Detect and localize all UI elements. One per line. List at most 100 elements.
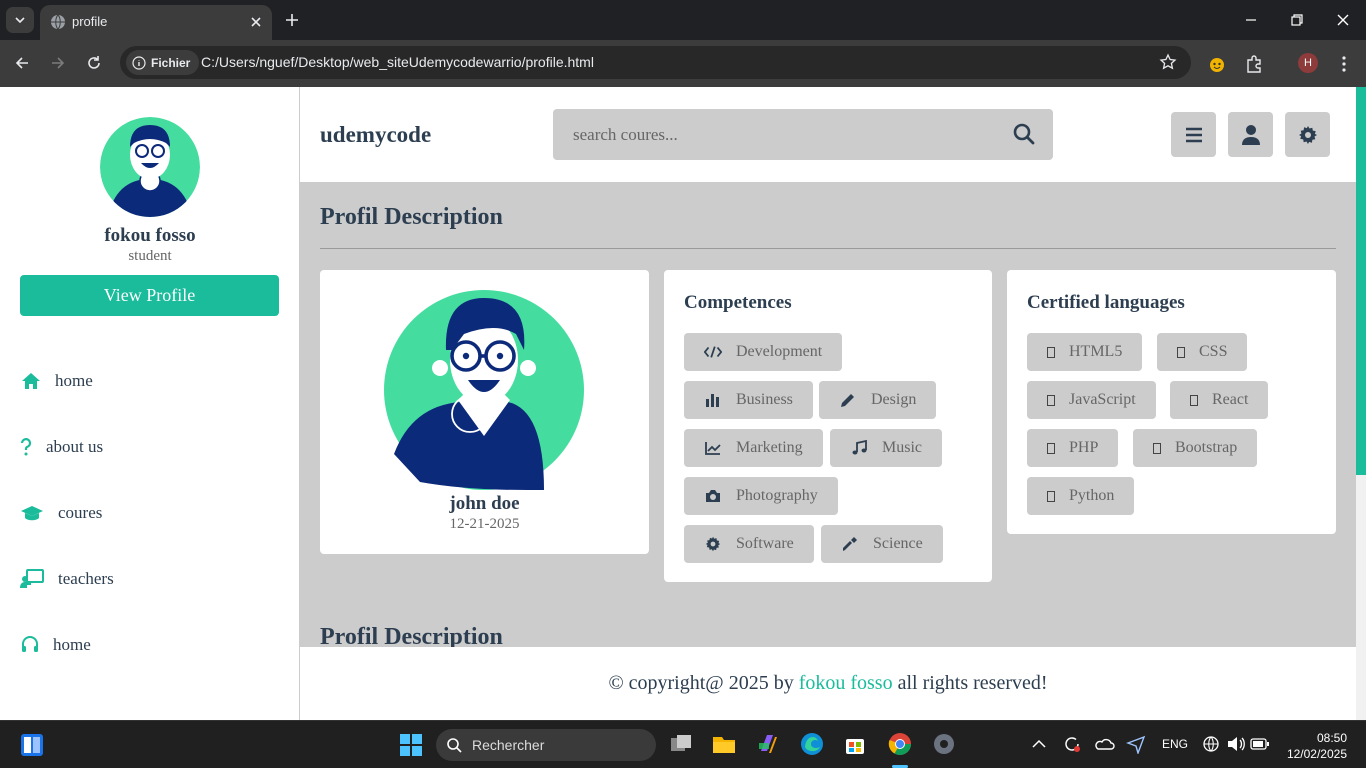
search-icon [447, 738, 462, 753]
sidebar-item-support[interactable]: home [20, 630, 91, 660]
back-arrow-icon[interactable] [13, 54, 31, 72]
competence-tag[interactable]: Science [821, 525, 943, 563]
competence-tag[interactable]: Business [684, 381, 813, 419]
tab-title: profile [72, 14, 108, 29]
sidebar-item-home[interactable]: home [20, 366, 93, 396]
onedrive-icon[interactable] [1095, 734, 1115, 754]
site-info-chip[interactable]: Fichier [126, 50, 200, 75]
sidebar-item-label: home [53, 635, 91, 654]
competence-tag[interactable]: Photography [684, 477, 838, 515]
bar-chart-icon [704, 391, 722, 409]
network-globe-icon[interactable] [1202, 735, 1220, 753]
menu-button[interactable] [1171, 112, 1216, 157]
minimize-icon[interactable] [1243, 12, 1259, 28]
language-tag[interactable]: PHP [1027, 429, 1119, 467]
language-label: CSS [1199, 343, 1228, 360]
language-indicator[interactable]: ENG [1162, 737, 1188, 751]
extension-emoji-icon[interactable] [1207, 54, 1227, 74]
os-taskbar: Rechercher ENG 08:50 12/02/2025 [0, 720, 1366, 768]
sidebar-item-teachers[interactable]: teachers [20, 564, 114, 594]
footer-author-link[interactable]: fokou fosso [799, 672, 893, 694]
browser-profile-avatar[interactable]: H [1298, 53, 1318, 73]
sync-icon[interactable] [1062, 734, 1082, 754]
sidebar-item-coures[interactable]: coures [20, 498, 102, 528]
sidebar-item-label: teachers [58, 569, 114, 588]
extensions-puzzle-icon[interactable] [1244, 54, 1264, 74]
volume-icon[interactable] [1226, 735, 1246, 753]
kebab-menu-icon[interactable] [1334, 54, 1354, 74]
copilot-icon[interactable] [755, 731, 781, 757]
competences-title: Competences [684, 292, 792, 313]
home-icon [20, 370, 42, 392]
language-tag[interactable]: CSS [1157, 333, 1248, 371]
footer-suffix: all rights reserved! [897, 672, 1048, 694]
competence-tag[interactable]: Software [684, 525, 814, 563]
site-logo[interactable]: udemycode [320, 122, 431, 148]
missing-glyph-icon [1047, 442, 1055, 454]
settings-button[interactable] [1285, 112, 1330, 157]
user-button[interactable] [1228, 112, 1273, 157]
taskbar-search-label: Rechercher [472, 737, 545, 753]
forward-arrow-icon[interactable] [49, 54, 67, 72]
settings-app-icon[interactable] [931, 731, 957, 757]
bookmark-star-icon[interactable] [1159, 53, 1177, 71]
window-close-icon[interactable] [1335, 12, 1351, 28]
file-explorer-icon[interactable] [711, 731, 737, 757]
page-scrollbar[interactable] [1356, 87, 1366, 720]
language-tag[interactable]: JavaScript [1027, 381, 1156, 419]
profile-name: john doe [449, 493, 520, 514]
language-tag[interactable]: HTML5 [1027, 333, 1143, 371]
reload-icon[interactable] [85, 54, 103, 72]
competence-label: Photography [736, 487, 818, 504]
restore-icon[interactable] [1289, 12, 1305, 28]
camera-icon [704, 487, 722, 505]
search-icon[interactable] [1013, 123, 1035, 145]
chevron-down-icon [15, 17, 25, 24]
browser-tab-bar: profile [0, 0, 1366, 40]
language-tag[interactable]: Bootstrap [1133, 429, 1258, 467]
store-icon[interactable] [842, 731, 868, 757]
language-tag[interactable]: Python [1027, 477, 1135, 515]
competence-tag[interactable]: Development [684, 333, 843, 371]
edge-icon[interactable] [799, 731, 825, 757]
competence-tag[interactable]: Marketing [684, 429, 823, 467]
language-label: Python [1069, 487, 1115, 504]
heading-divider [320, 248, 1336, 249]
taskbar-search[interactable]: Rechercher [436, 729, 656, 761]
sidebar: fokou fosso student View Profile home ab… [0, 87, 300, 720]
view-profile-button[interactable]: View Profile [20, 275, 279, 316]
question-icon [20, 436, 32, 458]
competence-tag[interactable]: Music [830, 429, 942, 467]
competence-label: Design [871, 391, 917, 408]
widgets-icon[interactable] [20, 733, 44, 757]
scrollbar-thumb[interactable] [1356, 87, 1366, 475]
language-tag[interactable]: React [1170, 381, 1269, 419]
new-tab-icon[interactable] [283, 11, 301, 29]
browser-tab[interactable]: profile [40, 5, 272, 40]
sidebar-user-role: student [128, 248, 172, 264]
clock-time: 08:50 [1316, 731, 1347, 745]
chevron-up-icon[interactable] [1030, 735, 1048, 753]
system-clock[interactable]: 08:50 12/02/2025 [1285, 730, 1347, 762]
tab-list-button[interactable] [6, 7, 34, 33]
music-icon [850, 439, 868, 457]
task-view-icon[interactable] [668, 731, 694, 757]
page-viewport: fokou fosso student View Profile home ab… [0, 87, 1366, 720]
windows-start-icon[interactable] [399, 733, 423, 757]
sidebar-item-about[interactable]: about us [20, 432, 103, 462]
language-label: PHP [1069, 439, 1099, 456]
footer-prefix: © copyright@ 2025 by [608, 672, 794, 694]
sidebar-user-name: fokou fosso [104, 225, 196, 246]
clock-date: 12/02/2025 [1286, 747, 1347, 761]
close-tab-icon[interactable] [247, 13, 265, 31]
address-bar[interactable]: Fichier C:/Users/nguef/Desktop/web_siteU… [120, 46, 1191, 79]
sidebar-item-label: home [55, 371, 93, 390]
send-icon[interactable] [1126, 734, 1146, 754]
chrome-icon[interactable] [887, 731, 913, 757]
gear-icon [1298, 125, 1317, 144]
battery-icon[interactable] [1250, 737, 1270, 751]
search-input[interactable] [553, 109, 1003, 160]
main-content: Profil Description john doe 12-21-2025 C… [300, 182, 1356, 647]
competence-label: Music [882, 439, 922, 456]
competence-tag[interactable]: Design [819, 381, 937, 419]
